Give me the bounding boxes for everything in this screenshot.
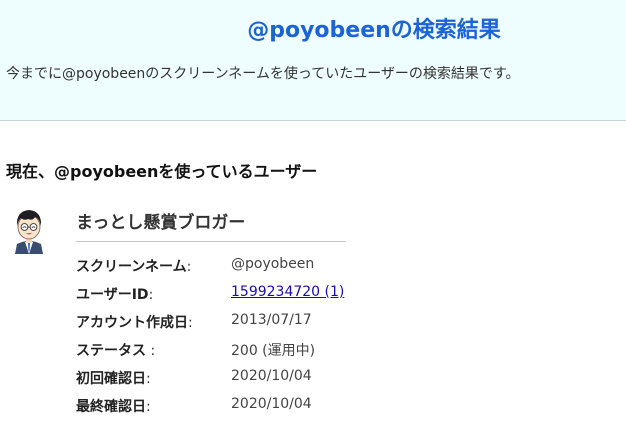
info-label: ステータス :	[76, 343, 156, 359]
info-label: 初回確認日:	[76, 371, 151, 387]
divider	[76, 241, 346, 242]
info-label: ユーザーID:	[76, 287, 154, 303]
current-users-heading: 現在、@poyobeenを使っているユーザー	[6, 162, 318, 181]
info-row-screen-name: スクリーンネーム: @poyobeen	[76, 256, 616, 280]
cartoon-boy-avatar-icon	[15, 210, 43, 254]
info-label: アカウント作成日:	[76, 315, 193, 331]
screen-name-value: @poyobeen	[231, 256, 315, 272]
info-label: スクリーンネーム:	[76, 259, 192, 275]
created-date-value: 2013/07/17	[231, 312, 312, 328]
status-value: 200 (運用中)	[231, 343, 316, 359]
info-row-status: ステータス : 200 (運用中)	[76, 340, 616, 364]
info-label: 最終確認日:	[76, 399, 151, 415]
user-id-link[interactable]: 1599234720 (1)	[231, 284, 344, 300]
avatar	[11, 204, 47, 254]
user-display-name: まっとし懸賞ブロガー	[76, 213, 246, 233]
search-result-header: @poyobeenの検索結果 今までに@poyobeenのスクリーンネームを使っ…	[0, 0, 626, 121]
page-description: 今までに@poyobeenのスクリーンネームを使っていたユーザーの検索結果です。	[6, 66, 520, 82]
first-seen-value: 2020/10/04	[231, 368, 312, 384]
last-seen-value: 2020/10/04	[231, 396, 312, 412]
info-row-user-id: ユーザーID: 1599234720 (1)	[76, 284, 616, 308]
info-row-first-seen: 初回確認日: 2020/10/04	[76, 368, 616, 392]
page-title: @poyobeenの検索結果	[247, 18, 501, 43]
info-row-created-date: アカウント作成日: 2013/07/17	[76, 312, 616, 336]
info-row-last-seen: 最終確認日: 2020/10/04	[76, 396, 616, 420]
